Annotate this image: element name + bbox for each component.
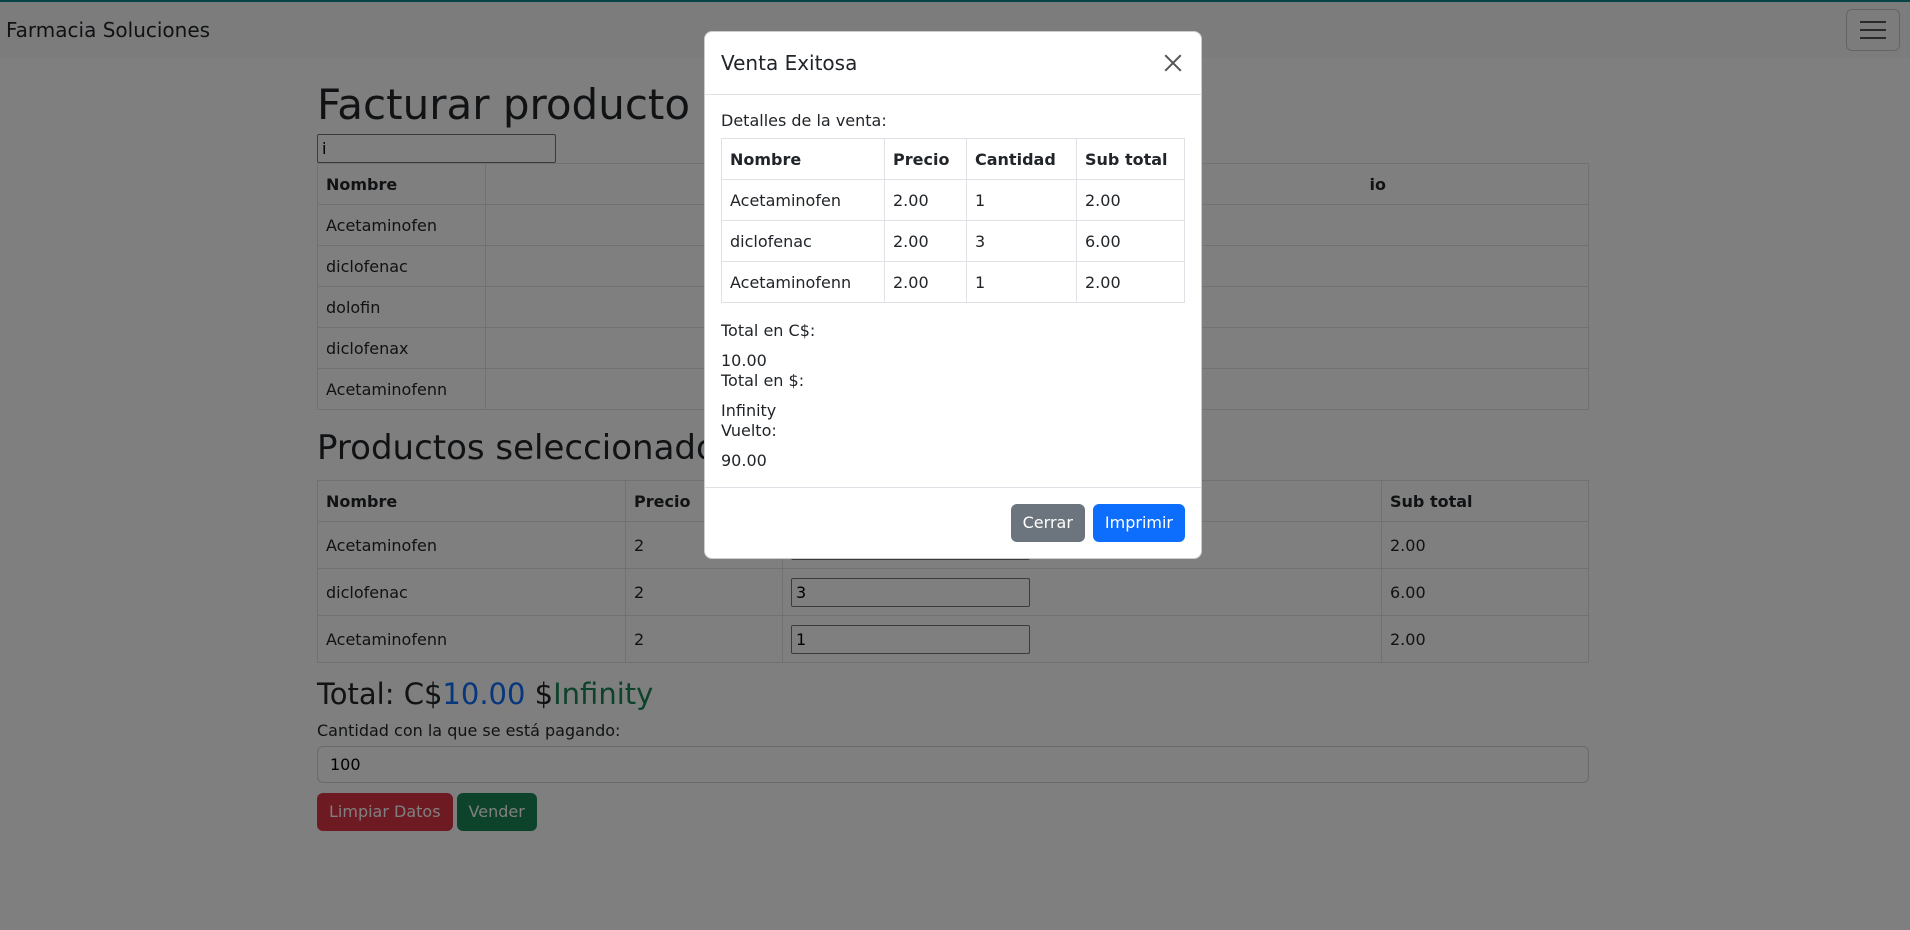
product-price: 2.00: [884, 261, 967, 303]
product-subtotal: 6.00: [1076, 220, 1185, 262]
total-dollars-value: Infinity: [721, 401, 777, 420]
modal-footer: Cerrar Imprimir: [705, 487, 1201, 558]
product-quantity: 1: [966, 261, 1077, 303]
product-subtotal: 2.00: [1076, 261, 1185, 303]
table-row: diclofenac 2.00 3 6.00: [721, 220, 1185, 262]
modal-body: Detalles de la venta: Nombre Precio Cant…: [705, 95, 1201, 471]
column-header-precio: Precio: [884, 138, 967, 180]
total-cordobas-label: Total en C$:: [721, 321, 816, 340]
product-subtotal: 2.00: [1076, 179, 1185, 221]
product-quantity: 3: [966, 220, 1077, 262]
close-button[interactable]: Cerrar: [1010, 504, 1085, 542]
product-name: diclofenac: [721, 220, 885, 262]
table-row: Acetaminofenn 2.00 1 2.00: [721, 261, 1185, 303]
sale-details-table: Nombre Precio Cantidad Sub total Acetami…: [721, 138, 1185, 303]
column-header-nombre: Nombre: [721, 138, 885, 180]
print-button[interactable]: Imprimir: [1092, 504, 1185, 542]
product-price: 2.00: [884, 179, 967, 221]
table-row: Acetaminofen 2.00 1 2.00: [721, 179, 1185, 221]
sale-success-modal: Venta Exitosa Detalles de la venta: Nomb…: [704, 31, 1202, 559]
table-header-row: Nombre Precio Cantidad Sub total: [721, 138, 1185, 180]
sale-summary: Total en C$: 10.00 Total en $: Infinity …: [721, 321, 1185, 471]
product-name: Acetaminofen: [721, 179, 885, 221]
column-header-cantidad: Cantidad: [966, 138, 1077, 180]
change-value: 90.00: [721, 451, 767, 470]
modal-title: Venta Exitosa: [721, 51, 858, 75]
column-header-subtotal: Sub total: [1076, 138, 1185, 180]
sale-details-label: Detalles de la venta:: [721, 111, 887, 130]
change-label: Vuelto:: [721, 421, 777, 440]
total-dollars-label: Total en $:: [721, 371, 805, 390]
product-price: 2.00: [884, 220, 967, 262]
total-cordobas-value: 10.00: [721, 351, 767, 370]
close-icon[interactable]: [1161, 51, 1185, 75]
product-name: Acetaminofenn: [721, 261, 885, 303]
product-quantity: 1: [966, 179, 1077, 221]
modal-header: Venta Exitosa: [705, 32, 1201, 95]
